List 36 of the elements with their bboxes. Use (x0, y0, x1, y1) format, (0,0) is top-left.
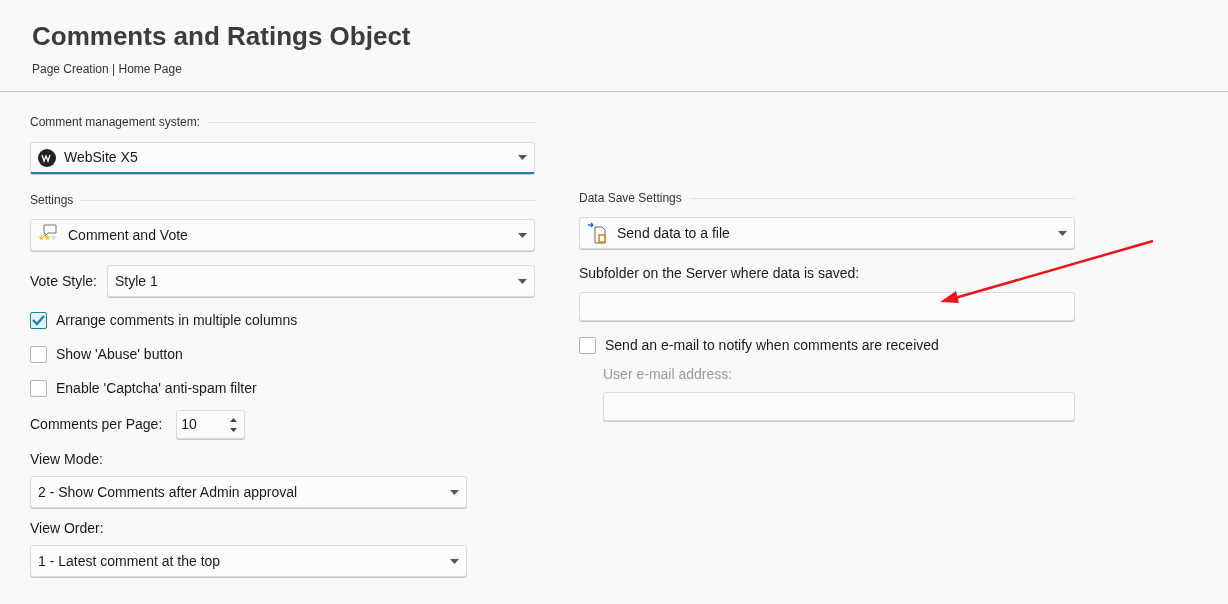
subfolder-input-field[interactable] (579, 292, 1075, 321)
field-label: User e-mail address: (603, 365, 733, 384)
caret-icon (518, 232, 527, 238)
page-title: Comments and Ratings Object (32, 20, 411, 52)
logo-icon (38, 148, 56, 167)
caret-icon (1058, 230, 1067, 236)
checkbox-label: Show 'Abuse' button (56, 344, 183, 364)
caret-icon (450, 489, 459, 495)
checkbox[interactable] (30, 311, 47, 329)
checkbox[interactable] (579, 337, 596, 354)
caret-icon (518, 155, 527, 160)
section-label: Settings (30, 192, 74, 209)
system-dropdown[interactable]: WebSite X5 (30, 142, 535, 174)
breadcrumb: Page Creation | Home Page (32, 61, 182, 78)
field-label: View Order: (30, 519, 104, 538)
file-icon (587, 222, 609, 244)
checkbox[interactable] (30, 379, 47, 397)
checkbox-label: Arrange comments in multiple columns (56, 310, 298, 330)
number-spinner[interactable]: 10 (176, 410, 246, 439)
mode-dropdown[interactable]: Comment and Vote (30, 219, 535, 251)
field-label: Subfolder on the Server where data is saved: (579, 264, 860, 283)
section-label: Comment management system: (30, 114, 201, 131)
field-label: Comments per Page: (30, 415, 163, 434)
spinner-arrows-icon[interactable] (229, 416, 239, 433)
field-label: View Mode: (30, 450, 103, 469)
section-label: Data Save Settings (579, 190, 682, 207)
checkbox-label: Send an e-mail to notify when comments are received (605, 336, 939, 355)
view-mode-dropdown[interactable]: 2 - Show Comments after Admin approval (30, 476, 467, 508)
view-order-dropdown[interactable]: 1 - Latest comment at the top (30, 545, 467, 577)
caret-icon (518, 278, 527, 284)
checkbox-label: Enable 'Captcha' anti-spam filter (56, 378, 257, 398)
field-label: Vote Style: (30, 271, 97, 291)
save-method-dropdown[interactable]: Send data to a file (579, 217, 1075, 249)
vote-style-dropdown[interactable]: Style 1 (106, 265, 535, 297)
caret-icon (450, 558, 459, 564)
checkbox[interactable] (30, 345, 47, 363)
